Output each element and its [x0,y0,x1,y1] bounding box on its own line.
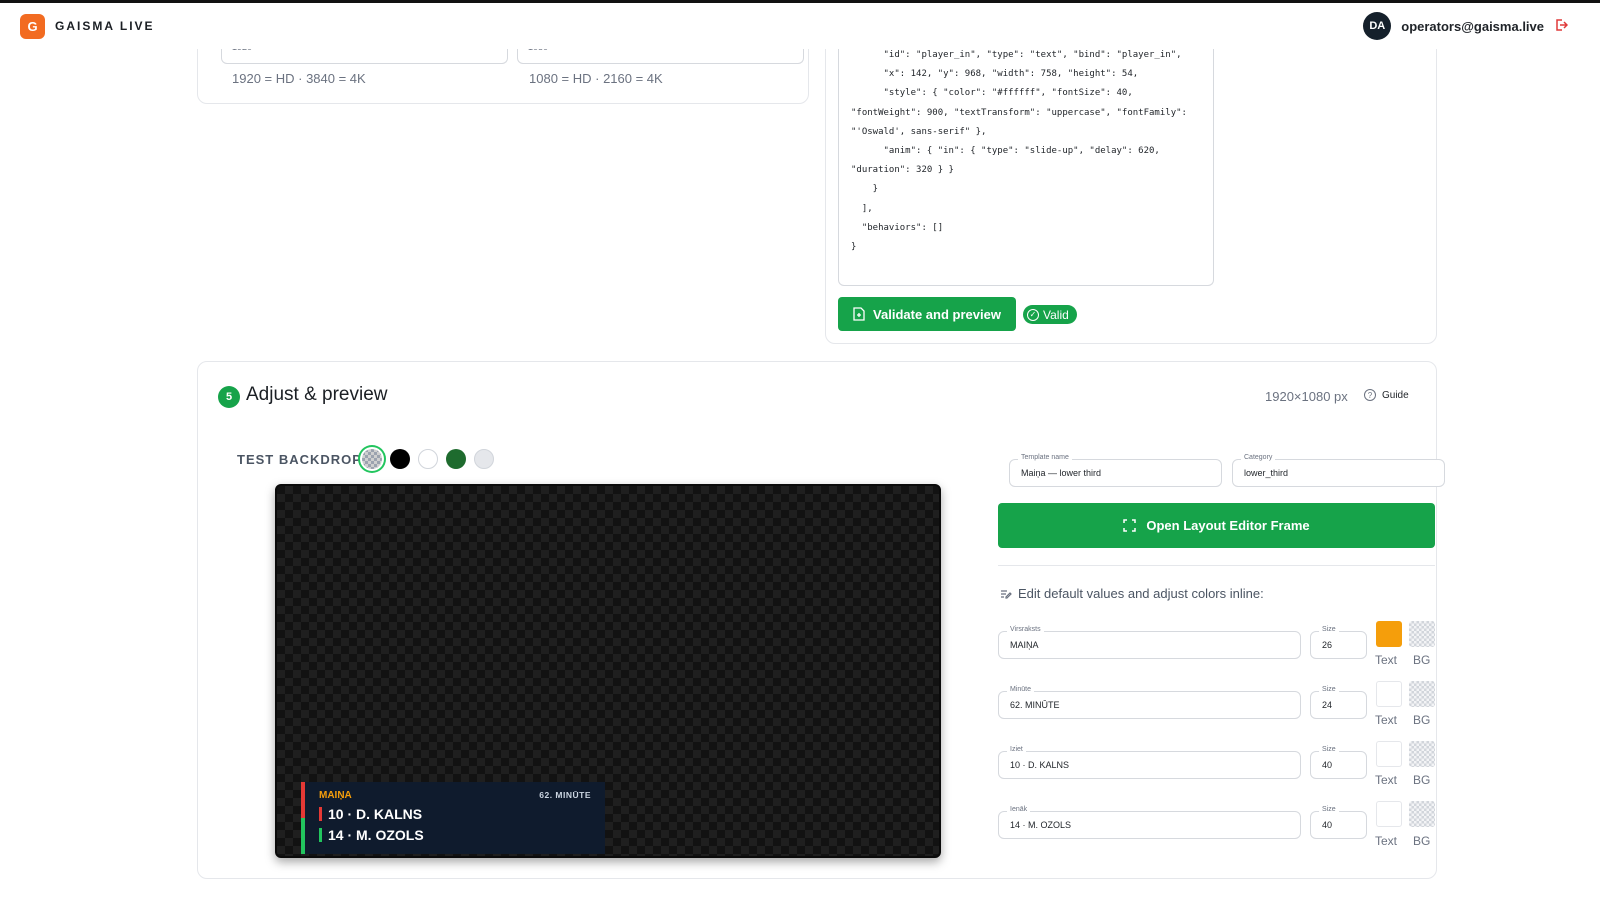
field-label: Ienāk [1007,806,1031,813]
field-value: 14 · M. OZOLS [1010,820,1072,830]
backdrop-black-swatch[interactable] [390,449,410,469]
lower-third-accent-bar [301,782,305,854]
text-color-label: Text [1375,713,1398,727]
divider [998,565,1435,566]
user-email: operators@gaisma.live [1401,18,1544,34]
size-label: Size [1319,686,1339,693]
file-check-icon [853,307,865,321]
size-value: 26 [1322,640,1333,650]
preview-canvas[interactable]: MAIŅA 62. MINŪTE 10 · D. KALNS 14 · M. O… [275,484,941,858]
backdrop-white-swatch[interactable] [418,449,438,469]
category-label: Category [1241,454,1276,461]
template-name-value: Maiņa — lower third [1021,468,1102,478]
lower-third-graphic: MAIŅA 62. MINŪTE 10 · D. KALNS 14 · M. O… [301,782,605,854]
size-value: 24 [1322,700,1333,710]
help-icon: ? [1364,389,1376,401]
template-name-label: Template name [1018,454,1072,461]
text-color-swatch[interactable] [1376,681,1402,707]
field-label: Iziet [1007,746,1026,753]
edit-list-icon [1001,589,1012,599]
lower-third-player-in: 10 · D. KALNS [319,806,422,822]
logout-icon[interactable] [1554,18,1569,35]
lower-third-player-out: 14 · M. OZOLS [319,827,424,843]
backdrop-checker-swatch[interactable] [362,449,382,469]
validate-preview-button[interactable]: Validate and preview [838,297,1016,331]
category-value: lower_third [1244,468,1289,478]
text-color-swatch[interactable] [1376,741,1402,767]
guide-link[interactable]: ? Guide [1364,389,1409,401]
field-value: MAIŅA [1010,640,1039,650]
expand-icon [1123,519,1137,532]
bg-color-swatch[interactable] [1409,621,1435,647]
guide-label: Guide [1382,389,1409,401]
valid-badge: ✓ Valid [1023,305,1077,324]
bg-color-label: BG [1413,653,1431,667]
avatar: DA [1363,12,1392,40]
bg-color-swatch[interactable] [1409,741,1435,767]
size-value: 40 [1322,820,1333,830]
top-bar: G GAISMA LIVE DA operators@gaisma.live [0,3,1600,49]
field-value: 62. MINŪTE [1010,700,1060,710]
field-label: Virsraksts [1007,626,1044,633]
bg-color-swatch[interactable] [1409,681,1435,707]
size-input[interactable]: Size 26 [1310,626,1367,659]
user-menu[interactable]: DA operators@gaisma.live [1359,9,1580,43]
size-label: Size [1319,746,1339,753]
size-label: Size [1319,806,1339,813]
edit-note-text: Edit default values and adjust colors in… [1018,586,1264,601]
backdrop-label: TEST BACKDROP: [237,452,368,467]
height-hint: 1080 = HD · 2160 = 4K [529,71,663,86]
lower-third-heading: MAIŅA [319,790,352,801]
width-hint: 1920 = HD · 3840 = 4K [232,71,366,86]
minute-field[interactable]: Minūte 62. MINŪTE [998,686,1301,719]
field-label: Minūte [1007,686,1035,693]
text-color-swatch[interactable] [1376,621,1402,647]
check-circle-icon: ✓ [1027,308,1039,321]
validate-label: Validate and preview [873,306,1001,322]
brand-name: GAISMA LIVE [55,19,155,33]
json-code-editor[interactable]: "id": "player_in", "type": "text", "bind… [838,40,1214,286]
valid-label: Valid [1043,307,1069,322]
size-input[interactable]: Size 40 [1310,746,1367,779]
text-color-label: Text [1375,773,1398,787]
app-logo[interactable]: G [20,13,45,39]
bg-color-label: BG [1413,713,1431,727]
iziet-field[interactable]: Iziet 10 · D. KALNS [998,746,1301,779]
size-input[interactable]: Size 24 [1310,686,1367,719]
virsraksts-field[interactable]: Virsraksts MAIŅA [998,626,1301,659]
open-layout-editor-button[interactable]: Open Layout Editor Frame [998,503,1435,548]
size-value: 40 [1322,760,1333,770]
template-name-field[interactable]: Template name Maiņa — lower third [1009,454,1222,487]
category-field[interactable]: Category lower_third [1232,454,1445,487]
dimensions-label: 1920×1080 px [1265,389,1348,404]
text-color-label: Text [1375,653,1398,667]
size-input[interactable]: Size 40 [1310,806,1367,839]
open-editor-label: Open Layout Editor Frame [1146,518,1310,533]
lower-third-minute: 62. MINŪTE [539,790,591,800]
field-value: 10 · D. KALNS [1010,760,1070,770]
edit-note: Edit default values and adjust colors in… [1000,586,1264,601]
ienak-field[interactable]: Ienāk 14 · M. OZOLS [998,806,1301,839]
bg-color-label: BG [1413,773,1431,787]
backdrop-green-swatch[interactable] [446,449,466,469]
bg-color-label: BG [1413,834,1431,848]
size-label: Size [1319,626,1339,633]
step-number: 5 [218,386,240,408]
text-color-label: Text [1375,834,1398,848]
section-title: Adjust & preview [246,384,388,405]
text-color-swatch[interactable] [1376,801,1402,827]
bg-color-swatch[interactable] [1409,801,1435,827]
backdrop-light-gray-swatch[interactable] [474,449,494,469]
